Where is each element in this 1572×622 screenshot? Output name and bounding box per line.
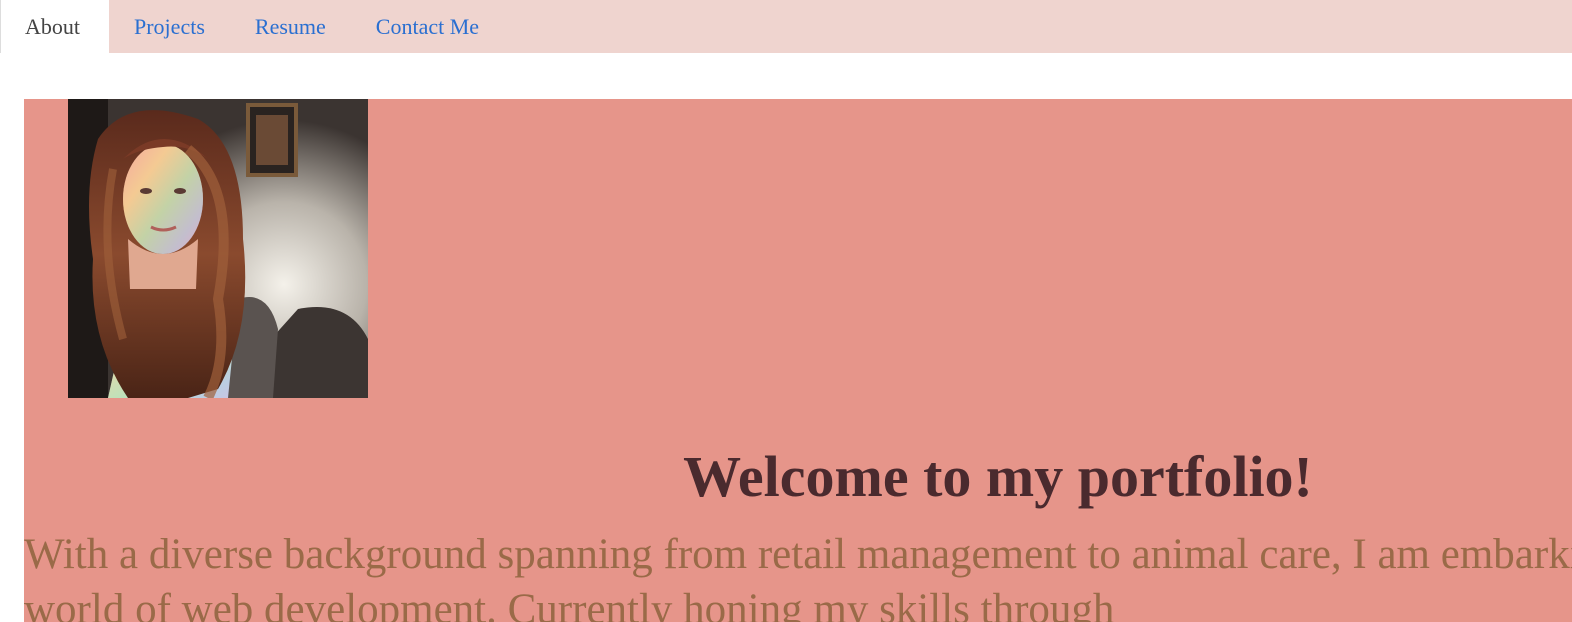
- intro-paragraph: With a diverse background spanning from …: [24, 531, 1572, 622]
- tab-resume[interactable]: Resume: [230, 0, 351, 53]
- tab-about[interactable]: About: [0, 0, 109, 53]
- about-section: Welcome to my portfolio! With a diverse …: [24, 99, 1572, 622]
- profile-photo: [68, 99, 368, 398]
- tab-projects[interactable]: Projects: [109, 0, 230, 53]
- top-navigation: About Projects Resume Contact Me: [0, 0, 1572, 53]
- page-heading: Welcome to my portfolio!: [683, 444, 1313, 509]
- tab-contact-me[interactable]: Contact Me: [351, 0, 504, 53]
